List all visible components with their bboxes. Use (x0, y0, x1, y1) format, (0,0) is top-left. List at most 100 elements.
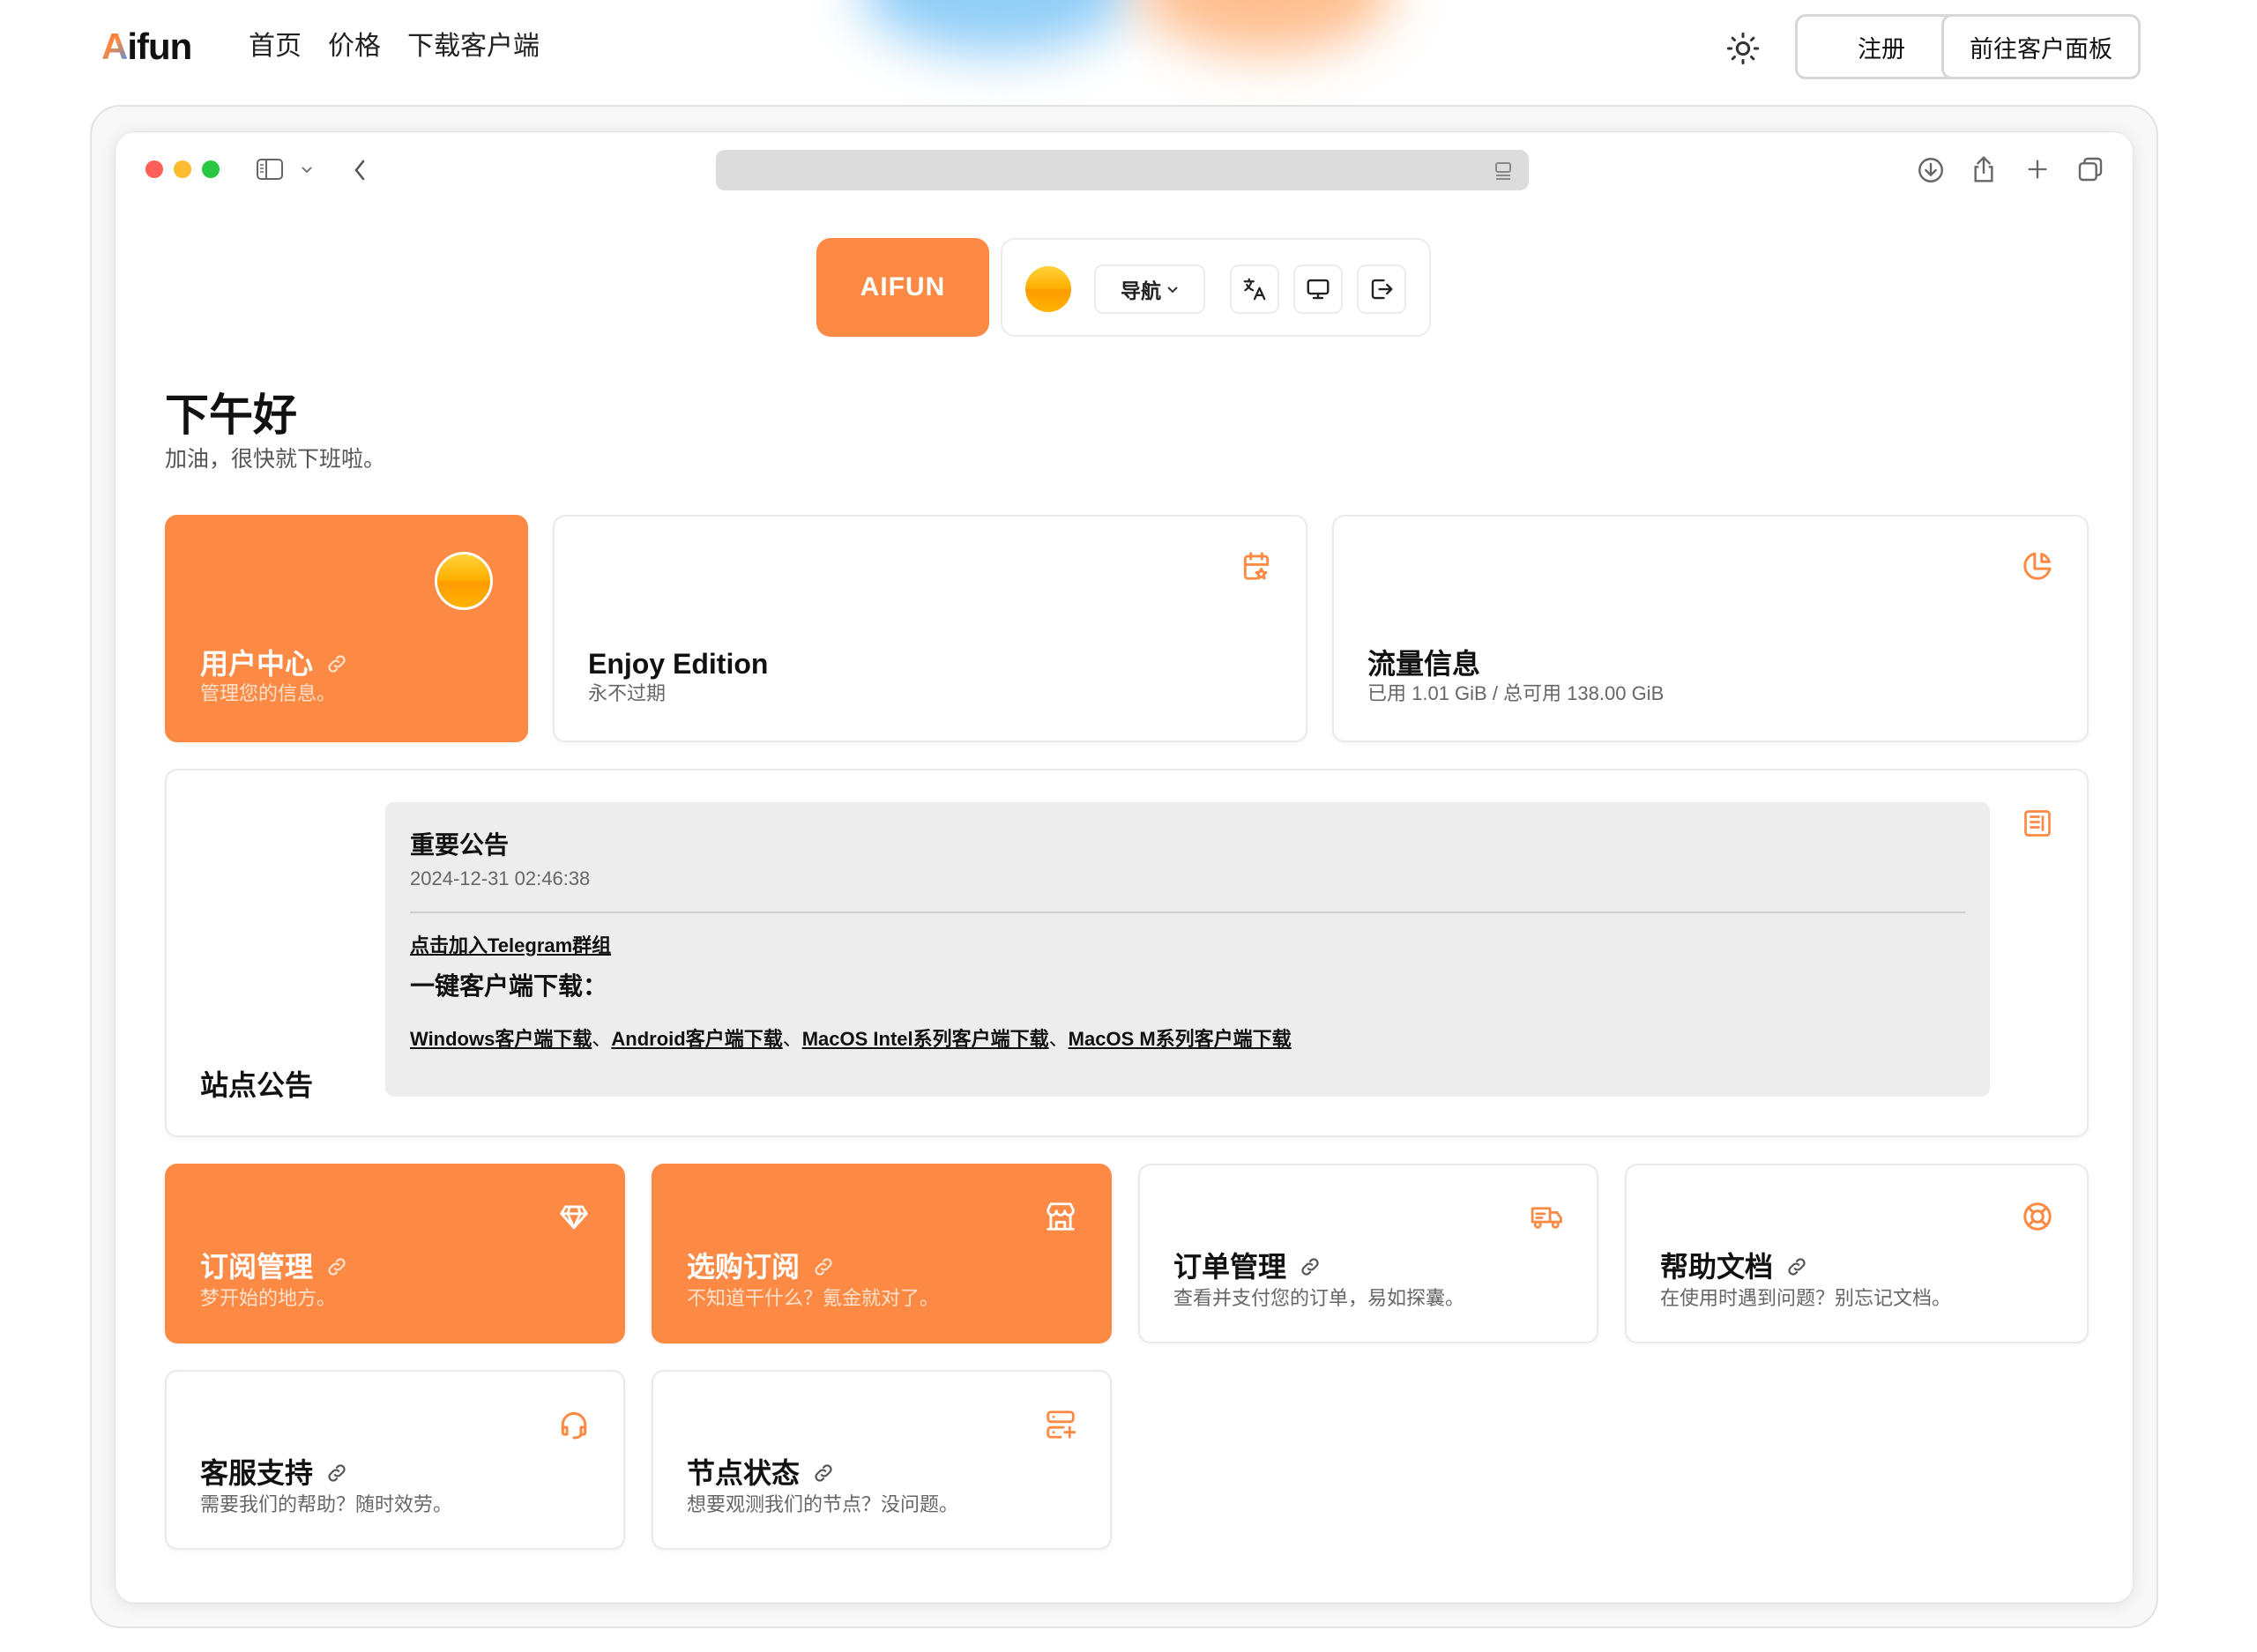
theme-toggle-button[interactable] (1721, 26, 1765, 71)
telegram-group-link[interactable]: 点击加入Telegram群组 (410, 934, 611, 956)
brand-logo-text: ifun (127, 26, 192, 67)
server-icon (1043, 1407, 1078, 1442)
macos-intel-download-link[interactable]: MacOS Intel系列客户端下载 (802, 1028, 1049, 1050)
new-tab-button[interactable] (2022, 153, 2053, 185)
download-separator: 、 (782, 1028, 802, 1050)
node-status-title-text: 节点状态 (687, 1457, 801, 1489)
window-zoom-button[interactable] (202, 160, 220, 178)
tab-overview-button[interactable] (2075, 153, 2106, 185)
nav-dropdown-label: 导航 (1121, 279, 1161, 302)
back-button[interactable] (346, 155, 373, 185)
help-docs-desc: 在使用时遇到问题？别忘记文档。 (1660, 1287, 1952, 1309)
user-center-card[interactable]: 用户中心 管理您的信息。 (165, 515, 528, 742)
plan-title: Enjoy Edition (588, 648, 769, 680)
announcement-content: 重要公告 2024-12-31 02:46:38 点击加入Telegram群组 … (385, 802, 1990, 1097)
link-icon (328, 1258, 346, 1276)
node-status-card[interactable]: 节点状态 想要观测我们的节点？没问题。 (652, 1370, 1112, 1550)
header-actions: 导航 (1001, 238, 1431, 337)
sidebar-menu-chevron[interactable] (299, 160, 315, 178)
headset-icon (556, 1407, 592, 1442)
window-minimize-button[interactable] (174, 160, 191, 178)
site-nav-links: 首页 价格 下载客户端 (249, 29, 540, 64)
store-icon (1043, 1199, 1078, 1234)
chevron-down-icon (302, 167, 312, 174)
link-icon (1301, 1258, 1319, 1276)
sidebar-toggle-button[interactable] (255, 155, 285, 183)
nav-link-pricing[interactable]: 价格 (328, 29, 381, 64)
subscription-manage-card[interactable]: 订阅管理 梦开始的地方。 (165, 1164, 625, 1343)
buy-subscription-title: 选购订阅 (687, 1248, 835, 1285)
traffic-title: 流量信息 (1367, 648, 1481, 680)
download-separator: 、 (592, 1028, 612, 1050)
user-center-desc: 管理您的信息。 (200, 682, 337, 704)
customer-support-desc: 需要我们的帮助？随时效劳。 (200, 1493, 453, 1515)
help-docs-card[interactable]: 帮助文档 在使用时遇到问题？别忘记文档。 (1625, 1164, 2089, 1343)
sidebar-icon (257, 159, 283, 180)
subscription-manage-desc: 梦开始的地方。 (200, 1287, 337, 1309)
announcement-card: 站点公告 重要公告 2024-12-31 02:46:38 点击加入Telegr… (165, 769, 2089, 1137)
browser-window: AIFUN 导航 下午好 加油，很快就下班啦。 用户中心 管理您的信息。 Enj… (115, 132, 2133, 1603)
diamond-icon (556, 1199, 592, 1234)
user-avatar-large (435, 552, 493, 610)
share-button[interactable] (1967, 152, 2000, 187)
plan-card: Enjoy Edition 永不过期 (553, 515, 1307, 742)
traffic-card: 流量信息 已用 1.01 GiB / 总可用 138.00 GiB (1332, 515, 2089, 742)
logout-button[interactable] (1357, 264, 1406, 314)
brand-logo-letter: A (101, 26, 128, 67)
macos-m-download-link[interactable]: MacOS M系列客户端下载 (1069, 1028, 1292, 1050)
customer-support-card[interactable]: 客服支持 需要我们的帮助？随时效劳。 (165, 1370, 625, 1550)
help-docs-title-text: 帮助文档 (1660, 1251, 1774, 1283)
decorative-blob-orange (1137, 0, 1393, 53)
sun-icon (1726, 32, 1760, 65)
link-icon (328, 655, 346, 673)
share-icon (1974, 155, 1993, 182)
chevron-left-icon (354, 160, 365, 181)
download-icon (1918, 158, 1943, 182)
plus-icon (2028, 160, 2047, 179)
traffic-usage: 已用 1.01 GiB / 总可用 138.00 GiB (1367, 682, 1665, 704)
customer-support-title-text: 客服支持 (200, 1457, 314, 1489)
address-bar[interactable] (716, 150, 1529, 190)
calendar-star-icon (1239, 548, 1274, 584)
translate-icon (1243, 278, 1266, 301)
client-panel-button[interactable]: 前往客户面板 (1941, 14, 2141, 79)
language-button[interactable] (1230, 264, 1279, 314)
link-icon (815, 1464, 832, 1482)
brand-logo[interactable]: Aifun (101, 25, 192, 69)
subscription-manage-title-text: 订阅管理 (200, 1251, 314, 1283)
greeting-title: 下午好 (165, 391, 297, 440)
nav-link-home[interactable]: 首页 (249, 29, 302, 64)
greeting-subtitle: 加油，很快就下班啦。 (165, 447, 386, 472)
windows-download-link[interactable]: Windows客户端下载 (410, 1028, 592, 1050)
user-center-title-text: 用户中心 (200, 648, 314, 680)
announcement-label: 站点公告 (200, 1069, 314, 1101)
user-center-title: 用户中心 (200, 645, 348, 682)
nav-link-download[interactable]: 下载客户端 (407, 29, 540, 64)
truck-icon (1530, 1199, 1565, 1234)
buy-subscription-card[interactable]: 选购订阅 不知道干什么？氪金就对了。 (652, 1164, 1112, 1343)
user-avatar[interactable] (1025, 266, 1071, 312)
app-logo-button[interactable]: AIFUN (816, 238, 989, 337)
node-status-title: 节点状态 (687, 1455, 835, 1492)
tabs-icon (2078, 157, 2103, 182)
android-download-link[interactable]: Android客户端下载 (611, 1028, 782, 1050)
subscription-manage-title: 订阅管理 (200, 1248, 348, 1285)
link-icon (1788, 1258, 1806, 1276)
node-status-desc: 想要观测我们的节点？没问题。 (687, 1493, 959, 1515)
logout-icon (1371, 279, 1393, 300)
buy-subscription-desc: 不知道干什么？氪金就对了。 (687, 1287, 940, 1309)
window-close-button[interactable] (145, 160, 163, 178)
announcement-divider (410, 912, 1965, 913)
reader-mode-icon[interactable] (1493, 161, 1513, 185)
monitor-icon (1307, 279, 1330, 300)
downloads-button[interactable] (1914, 153, 1948, 187)
order-manage-card[interactable]: 订单管理 查看并支付您的订单，易如探囊。 (1138, 1164, 1598, 1343)
decorative-blob-blue (860, 0, 1133, 53)
link-icon (815, 1258, 832, 1276)
nav-dropdown[interactable]: 导航 (1094, 264, 1205, 314)
order-manage-title-text: 订单管理 (1173, 1251, 1287, 1283)
client-download-button[interactable] (1293, 264, 1343, 314)
link-icon (328, 1464, 346, 1482)
lifebuoy-icon (2020, 1199, 2055, 1234)
plan-expiry: 永不过期 (588, 682, 667, 704)
